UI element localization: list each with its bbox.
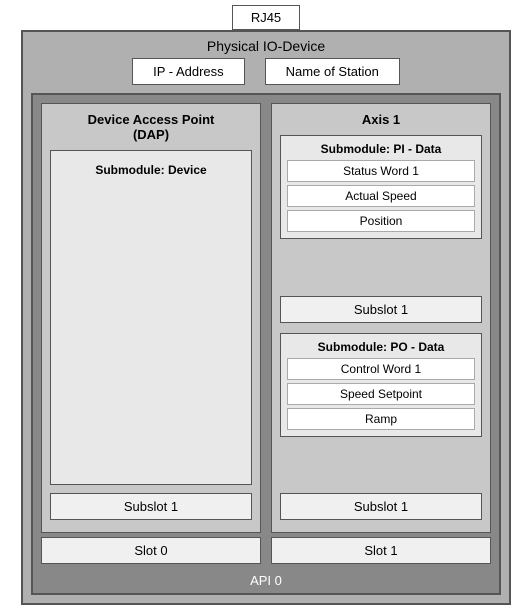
api-container: Device Access Point(DAP) Submodule: Devi… — [31, 93, 501, 595]
dap-submodule: Submodule: Device — [50, 150, 252, 485]
name-of-station-box: Name of Station — [265, 58, 400, 85]
axis1-subslot2: Subslot 1 — [280, 493, 482, 520]
pi-data-title: Submodule: PI - Data — [287, 142, 475, 156]
axis1-subslot1: Subslot 1 — [280, 296, 482, 323]
slots-row: Device Access Point(DAP) Submodule: Devi… — [33, 95, 499, 533]
diagram: RJ45 Physical IO-Device IP - Address Nam… — [6, 5, 526, 605]
po-item-0: Control Word 1 — [287, 358, 475, 380]
rj45-label: RJ45 — [232, 5, 300, 30]
slot0-label: Slot 0 — [41, 537, 261, 564]
slot1-label: Slot 1 — [271, 537, 491, 564]
slot-label-row: Slot 0 Slot 1 — [33, 533, 499, 568]
dap-subslot: Subslot 1 — [50, 493, 252, 520]
po-item-1: Speed Setpoint — [287, 383, 475, 405]
axis1-title: Axis 1 — [280, 112, 482, 127]
pi-item-0: Status Word 1 — [287, 160, 475, 182]
pi-item-2: Position — [287, 210, 475, 232]
pi-data-submodule: Submodule: PI - Data Status Word 1 Actua… — [280, 135, 482, 239]
api-label: API 0 — [33, 568, 499, 593]
po-data-title: Submodule: PO - Data — [287, 340, 475, 354]
axis1-slot-panel: Axis 1 Submodule: PI - Data Status Word … — [271, 103, 491, 533]
po-item-2: Ramp — [287, 408, 475, 430]
physical-io-device: Physical IO-Device IP - Address Name of … — [21, 30, 511, 605]
rj45-container: RJ45 — [232, 5, 300, 30]
address-row: IP - Address Name of Station — [132, 58, 400, 85]
dap-slot-panel: Device Access Point(DAP) Submodule: Devi… — [41, 103, 261, 533]
dap-title: Device Access Point(DAP) — [50, 112, 252, 142]
dap-submodule-title: Submodule: Device — [57, 163, 245, 177]
physical-device-label: Physical IO-Device — [23, 32, 509, 58]
po-data-submodule: Submodule: PO - Data Control Word 1 Spee… — [280, 333, 482, 437]
ip-address-box: IP - Address — [132, 58, 245, 85]
pi-item-1: Actual Speed — [287, 185, 475, 207]
